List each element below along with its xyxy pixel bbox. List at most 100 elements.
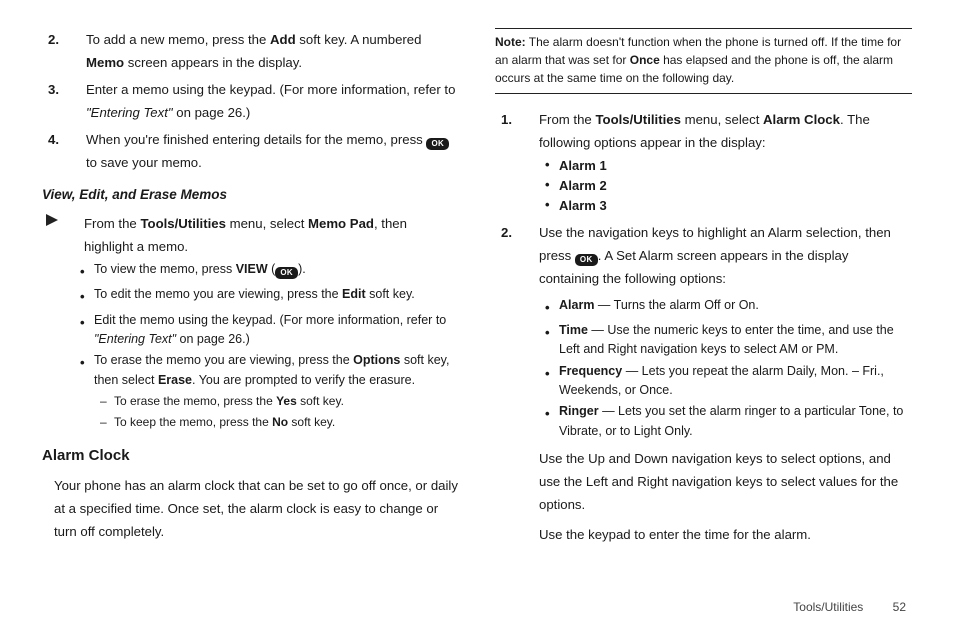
list-body: Edit the memo using the keypad. (For mor…: [94, 311, 459, 350]
bold: Once: [630, 53, 660, 67]
text: From the: [539, 112, 595, 127]
alarm-list: Alarm 1 Alarm 2 Alarm 3: [539, 156, 912, 216]
right-column: Note: The alarm doesn't function when th…: [495, 28, 912, 556]
bold: Time: [559, 323, 588, 337]
list-item: Edit the memo using the keypad. (For mor…: [80, 311, 459, 350]
step-3: 3. Enter a memo using the keypad. (For m…: [42, 78, 459, 124]
text: To view the memo, press: [94, 262, 236, 276]
step-number: 3.: [42, 78, 86, 124]
list-item: Time — Use the numeric keys to enter the…: [545, 321, 912, 360]
paragraph: Use the Up and Down navigation keys to s…: [539, 447, 912, 516]
text: menu, select: [681, 112, 763, 127]
step-number: 2.: [42, 28, 86, 74]
dash-icon: –: [94, 392, 114, 411]
bullet-icon: [80, 351, 94, 431]
bullet-icon: [545, 156, 559, 176]
text: — Turns the alarm Off or On.: [594, 298, 758, 312]
list-body: To view the memo, press VIEW (OK).: [94, 260, 459, 283]
bold: Options: [353, 353, 400, 367]
subheading-view-edit-erase: View, Edit, and Erase Memos: [42, 183, 459, 207]
list-subitem: – To keep the memo, press the No soft ke…: [94, 413, 459, 432]
list-body: To edit the memo you are viewing, press …: [94, 285, 459, 308]
bullet-icon: [545, 362, 559, 401]
step-number: 4.: [42, 128, 86, 174]
list-body: Frequency — Lets you repeat the alarm Da…: [559, 362, 912, 401]
memo-bullets: To view the memo, press VIEW (OK). To ed…: [42, 260, 459, 431]
note-box: Note: The alarm doesn't function when th…: [495, 28, 912, 94]
columns: 2. To add a new memo, press the Add soft…: [42, 28, 912, 556]
subitem-body: To erase the memo, press the Yes soft ke…: [114, 392, 344, 411]
step-body: Enter a memo using the keypad. (For more…: [86, 78, 459, 124]
alarm-paragraph: Your phone has an alarm clock that can b…: [42, 474, 459, 543]
manual-page: 2. To add a new memo, press the Add soft…: [0, 0, 954, 636]
list-item: To erase the memo you are viewing, press…: [80, 351, 459, 431]
list-body: Alarm 2: [559, 176, 912, 196]
list-item: Ringer — Lets you set the alarm ringer t…: [545, 402, 912, 441]
list-item: Alarm 2: [545, 176, 912, 196]
footer-page-number: 52: [893, 600, 906, 614]
ok-icon: OK: [575, 254, 598, 266]
text: menu, select: [226, 216, 308, 231]
bold: Alarm Clock: [763, 112, 840, 127]
note-label: Note:: [495, 35, 526, 49]
bullet-icon: [80, 260, 94, 283]
text: When you're finished entering details fo…: [86, 132, 426, 147]
step-number: 1.: [495, 108, 539, 217]
text: soft key.: [366, 287, 415, 301]
bold: Memo: [86, 55, 124, 70]
bullet-icon: [80, 285, 94, 308]
list-item: Alarm 1: [545, 156, 912, 176]
bullet-icon: [545, 402, 559, 441]
list-item: To edit the memo you are viewing, press …: [80, 285, 459, 308]
bullet-icon: [545, 196, 559, 216]
text: From the: [84, 216, 140, 231]
subitem-body: To keep the memo, press the No soft key.: [114, 413, 335, 432]
left-column: 2. To add a new memo, press the Add soft…: [42, 28, 459, 556]
step-body: Use the navigation keys to highlight an …: [539, 221, 912, 552]
list-body: Time — Use the numeric keys to enter the…: [559, 321, 912, 360]
paragraph: Use the keypad to enter the time for the…: [539, 523, 912, 546]
option-bullets: Alarm — Turns the alarm Off or On. Time …: [539, 296, 912, 441]
bold: Tools/Utilities: [595, 112, 680, 127]
bullet-icon: [545, 321, 559, 360]
step-2: 2. Use the navigation keys to highlight …: [495, 221, 912, 552]
text: To erase the memo you are viewing, press…: [94, 353, 353, 367]
step-number: 2.: [495, 221, 539, 552]
text: screen appears in the display.: [124, 55, 302, 70]
list-body: Alarm 3: [559, 196, 912, 216]
bold: Add: [270, 32, 296, 47]
text: Enter a memo using the keypad. (For more…: [86, 82, 455, 97]
text: ).: [298, 262, 306, 276]
step-body: From the Tools/Utilities menu, select Al…: [539, 108, 912, 217]
text: on page 26.): [176, 332, 250, 346]
bold: Memo Pad: [308, 216, 374, 231]
arrow-body: From the Tools/Utilities menu, select Me…: [84, 212, 459, 258]
text: on page 26.): [173, 105, 251, 120]
list-item: To view the memo, press VIEW (OK).: [80, 260, 459, 283]
bullet-icon: [545, 176, 559, 196]
text: — Use the numeric keys to enter the time…: [559, 323, 894, 356]
text: To edit the memo you are viewing, press …: [94, 287, 342, 301]
text: to save your memo.: [86, 155, 202, 170]
dash-icon: –: [94, 413, 114, 432]
arrow-instruction: From the Tools/Utilities menu, select Me…: [42, 212, 459, 258]
text: soft key.: [288, 415, 335, 429]
text: soft key.: [297, 394, 344, 408]
list-item: Alarm — Turns the alarm Off or On.: [545, 296, 912, 319]
page-footer: Tools/Utilities 52: [793, 597, 906, 618]
section-heading-alarm-clock: Alarm Clock: [42, 443, 459, 469]
ok-icon: OK: [275, 267, 298, 279]
arrow-icon: [42, 212, 84, 258]
reference: "Entering Text": [94, 332, 176, 346]
text: To keep the memo, press the: [114, 415, 272, 429]
bold: No: [272, 415, 288, 429]
text: To add a new memo, press the: [86, 32, 270, 47]
bold: Frequency: [559, 364, 622, 378]
list-body: To erase the memo you are viewing, press…: [94, 351, 459, 431]
bold: Alarm: [559, 298, 594, 312]
text: . You are prompted to verify the erasure…: [192, 373, 415, 387]
list-body: Alarm 1: [559, 156, 912, 176]
bold: VIEW: [236, 262, 268, 276]
reference: "Entering Text": [86, 105, 173, 120]
text: — Lets you set the alarm ringer to a par…: [559, 404, 903, 437]
